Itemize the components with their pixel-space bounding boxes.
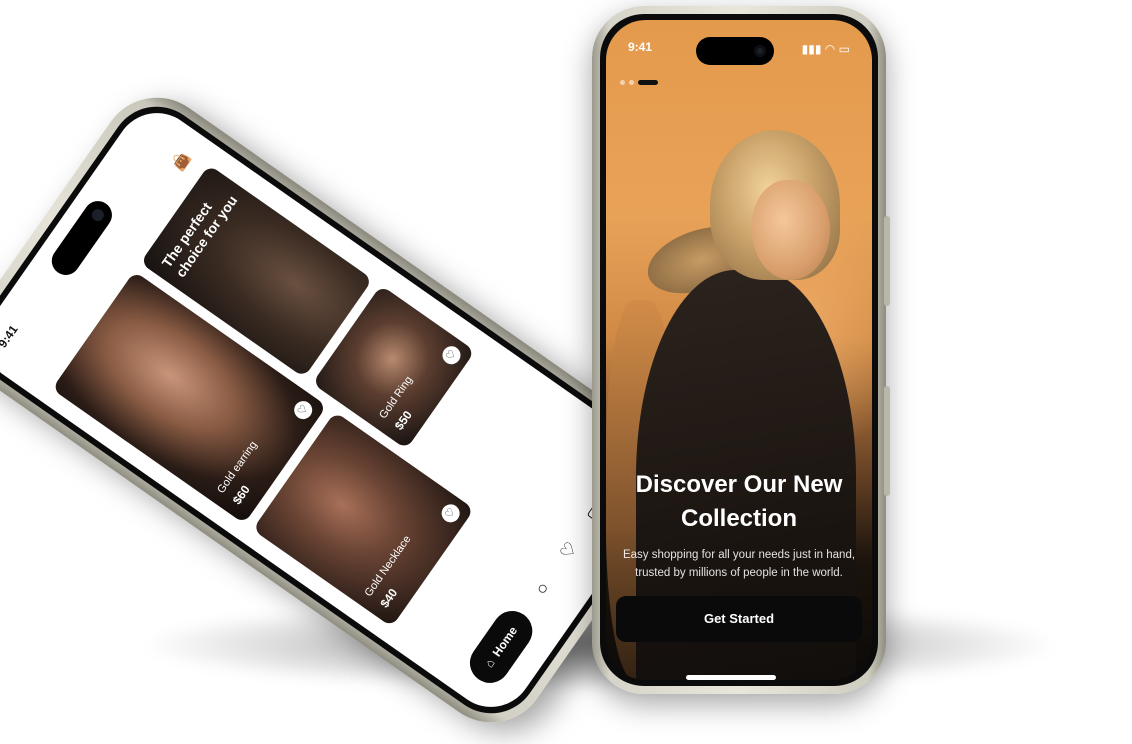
- nav-home-label: Home: [489, 623, 521, 660]
- onboarding-screen: 9:41 ▮▮▮ ◠ ▭ Discover Our New Collection…: [606, 20, 872, 680]
- home-indicator: [686, 675, 776, 680]
- phone-bezel: 9:41 ▮▮▮ ◠ ▭ Discover Our New Collection…: [600, 14, 878, 686]
- wifi-icon: ◠: [825, 42, 835, 56]
- side-button: [884, 216, 890, 306]
- featured-headline: The perfect choice for you: [158, 192, 241, 281]
- page-dot: [629, 80, 634, 85]
- battery-icon: ▭: [838, 42, 850, 56]
- get-started-button[interactable]: Get Started: [616, 596, 862, 642]
- dynamic-island: [46, 195, 118, 281]
- onboarding-title: Discover Our New Collection: [635, 471, 843, 532]
- side-button: [884, 386, 890, 496]
- heart-icon[interactable]: ♡: [438, 342, 465, 368]
- status-time: 9:41: [628, 40, 653, 54]
- search-icon[interactable]: ○: [526, 571, 559, 606]
- hero-photo-face: [752, 180, 830, 280]
- status-time: 9:41: [0, 322, 21, 351]
- heart-icon[interactable]: ♡: [552, 533, 585, 568]
- page-dot-active: [638, 80, 658, 85]
- camera-icon: [754, 45, 766, 57]
- page-indicator: [620, 80, 658, 85]
- cellular-icon: ▮▮▮: [801, 42, 822, 56]
- home-icon: ⌂: [481, 656, 498, 671]
- dynamic-island: [696, 37, 774, 65]
- nav-home[interactable]: ⌂ Home: [462, 603, 541, 691]
- onboarding-subtitle: Easy shopping for all your needs just in…: [622, 549, 856, 579]
- heart-icon[interactable]: ♡: [290, 397, 316, 423]
- phone-onboarding: 9:41 ▮▮▮ ◠ ▭ Discover Our New Collection…: [592, 6, 890, 694]
- page-dot: [620, 80, 625, 85]
- bag-icon[interactable]: 👜: [168, 148, 194, 174]
- signal-icons: ▮▮▮ ◠ ▭: [802, 42, 850, 56]
- camera-icon: [89, 206, 107, 224]
- heart-icon[interactable]: ♡: [438, 500, 464, 526]
